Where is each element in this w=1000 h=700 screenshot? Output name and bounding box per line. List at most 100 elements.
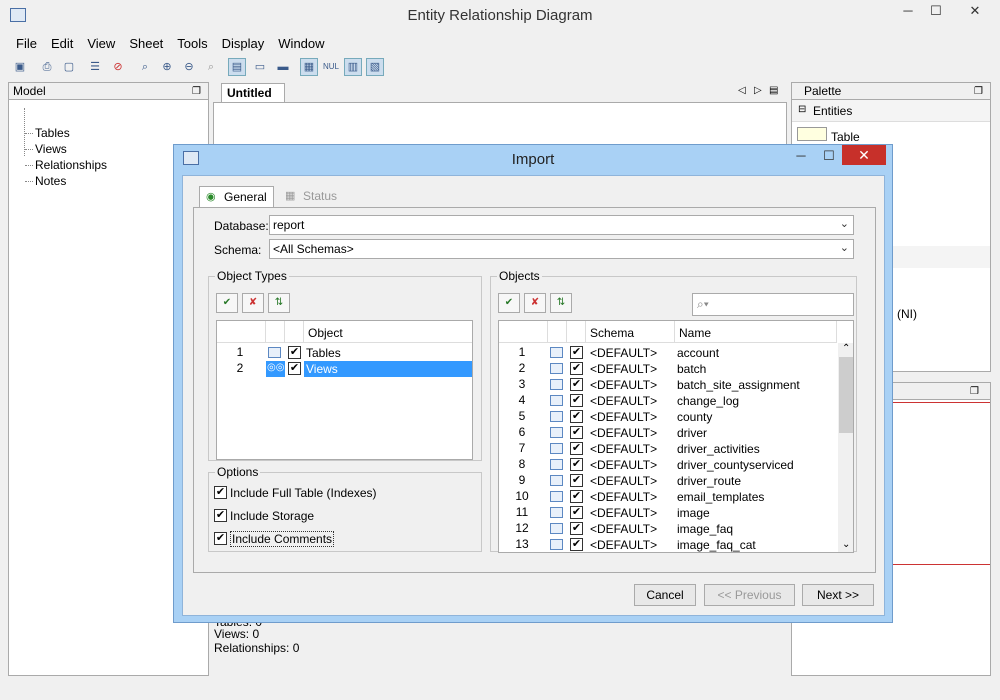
table-row[interactable]: 8 ✔ <DEFAULT> driver_countyserviced [499,457,838,473]
view-compact-icon[interactable]: ▭ [251,58,269,76]
row-checkbox[interactable]: ✔ [570,506,583,519]
show-columns-icon[interactable]: ▦ [300,58,318,76]
menu-tools[interactable]: Tools [170,34,214,53]
scrollbar-thumb[interactable] [839,357,853,433]
table-row[interactable]: 7 ✔ <DEFAULT> driver_activities [499,441,838,457]
restore-panel-icon[interactable]: ❐ [192,84,201,100]
maximize-button[interactable]: ☐ [916,0,956,24]
table-row[interactable]: 5 ✔ <DEFAULT> county [499,409,838,425]
row-checkbox[interactable]: ✔ [570,538,583,551]
tab-status[interactable]: ▦ Status [279,186,343,207]
tab-general[interactable]: ◉ General [199,186,274,207]
layout-icon[interactable]: ☰ [86,58,104,76]
restore-panel-icon[interactable]: ❐ [974,84,983,100]
table-row[interactable]: 3 ✔ <DEFAULT> batch_site_assignment [499,377,838,393]
invert-selection-icon[interactable]: ⇅ [268,293,290,313]
object-filter-input[interactable]: ⌕▾ [692,293,854,316]
show-comments-icon[interactable]: ▧ [366,58,384,76]
menu-file[interactable]: File [9,34,44,53]
collapse-icon[interactable]: ⊟ [798,104,806,115]
object-name: driver_route [677,474,742,488]
zoom-icon[interactable]: ⌕ [202,58,220,76]
row-checkbox[interactable]: ✔ [570,490,583,503]
table-row[interactable]: 10 ✔ <DEFAULT> email_templates [499,489,838,505]
table-row[interactable]: 1 ✔ Tables [217,345,472,361]
row-checkbox[interactable]: ✔ [570,458,583,471]
schema-select[interactable]: <All Schemas> ⌄ [269,239,854,259]
tab-untitled-1[interactable]: Untitled 1 [221,83,285,114]
palette-item-table[interactable]: Table [831,130,860,144]
include-storage-label: Include Storage [230,509,315,523]
palette-section-header[interactable]: ⊟ Entities [792,100,990,122]
row-checkbox[interactable]: ✔ [570,346,583,359]
menu-window[interactable]: Window [271,34,331,53]
object-types-grid: Object 1 ✔ Tables 2 ◎◎ ✔ Views [216,320,473,460]
table-row[interactable]: 2 ✔ <DEFAULT> batch [499,361,838,377]
row-checkbox[interactable]: ✔ [570,394,583,407]
deselect-all-icon[interactable]: ✘ [242,293,264,313]
grid-header-icon [266,321,285,343]
tab-scroll-right-icon[interactable]: ▷ [754,85,762,96]
menu-edit[interactable]: Edit [44,34,80,53]
null-icon[interactable]: NUL [322,58,340,76]
database-select[interactable]: report ⌄ [269,215,854,235]
table-row[interactable]: 13 ✔ <DEFAULT> image_faq_cat [499,537,838,552]
zoom-out-icon[interactable]: ⊖ [180,58,198,76]
print-icon[interactable]: ⎙ [38,58,56,76]
row-checkbox[interactable]: ✔ [570,378,583,391]
cancel-button[interactable]: Cancel [634,584,696,606]
dialog-close-button[interactable]: ✕ [842,145,886,165]
row-checkbox[interactable]: ✔ [570,442,583,455]
table-row[interactable]: 6 ✔ <DEFAULT> driver [499,425,838,441]
row-checkbox[interactable]: ✔ [288,346,301,359]
tree-item-views[interactable]: Views [25,142,67,156]
close-button[interactable]: ✕ [955,0,995,24]
stop-icon[interactable]: ⊘ [109,58,127,76]
dialog-maximize-button[interactable]: ☐ [814,145,844,169]
scroll-up-icon[interactable]: ⌃ [842,343,850,354]
scroll-down-icon[interactable]: ⌄ [842,539,850,550]
select-all-icon[interactable]: ✔ [216,293,238,313]
row-checkbox[interactable]: ✔ [570,522,583,535]
menu-view[interactable]: View [80,34,122,53]
objects-group: Objects ✔ ✘ ⇅ ⌕▾ Schema Name 1 ✔ <DEFAULT>… [490,269,857,553]
table-row[interactable]: 11 ✔ <DEFAULT> image [499,505,838,521]
object-schema: <DEFAULT> [590,458,658,472]
table-row[interactable]: 4 ✔ <DEFAULT> change_log [499,393,838,409]
tab-list-icon[interactable]: ▤ [769,85,778,96]
include-full-table-checkbox[interactable]: ✔ [214,486,227,499]
zoom-fit-icon[interactable]: ⌕ [136,58,154,76]
previous-button[interactable]: << Previous [704,584,795,606]
include-storage-checkbox[interactable]: ✔ [214,509,227,522]
view-line-icon[interactable]: ▬ [274,58,292,76]
zoom-in-icon[interactable]: ⊕ [158,58,176,76]
tree-item-relationships[interactable]: Relationships [24,158,107,172]
tree-item-notes[interactable]: Notes [24,174,66,188]
deselect-all-objects-icon[interactable]: ✘ [524,293,546,313]
table-row[interactable]: 12 ✔ <DEFAULT> image_faq [499,521,838,537]
view-detail-icon[interactable]: ▤ [228,58,246,76]
table-row[interactable]: 9 ✔ <DEFAULT> driver_route [499,473,838,489]
save-icon[interactable]: ▣ [11,58,29,76]
tree-item-tables[interactable]: Tables [25,126,70,140]
include-comments-checkbox[interactable]: ✔ [214,532,227,545]
table-row[interactable]: 1 ✔ <DEFAULT> account [499,345,838,361]
page-setup-icon[interactable]: ▢ [60,58,78,76]
select-all-objects-icon[interactable]: ✔ [498,293,520,313]
row-checkbox[interactable]: ✔ [570,426,583,439]
menu-display[interactable]: Display [215,34,272,53]
tab-scroll-left-icon[interactable]: ◁ [738,85,746,96]
objects-scrollbar[interactable]: ⌃ ⌄ [838,343,853,552]
row-checkbox[interactable]: ✔ [288,362,301,375]
invert-objects-icon[interactable]: ⇅ [550,293,572,313]
menu-sheet[interactable]: Sheet [122,34,170,53]
dialog-minimize-button[interactable]: ─ [786,145,816,169]
show-keys-icon[interactable]: ▥ [344,58,362,76]
table-row[interactable]: 2 ◎◎ ✔ Views [217,361,472,377]
model-panel-header: Model ❐ [8,82,209,100]
row-checkbox[interactable]: ✔ [570,410,583,423]
next-button[interactable]: Next >> [802,584,874,606]
restore-panel-icon[interactable]: ❐ [970,384,979,400]
row-checkbox[interactable]: ✔ [570,362,583,375]
row-checkbox[interactable]: ✔ [570,474,583,487]
